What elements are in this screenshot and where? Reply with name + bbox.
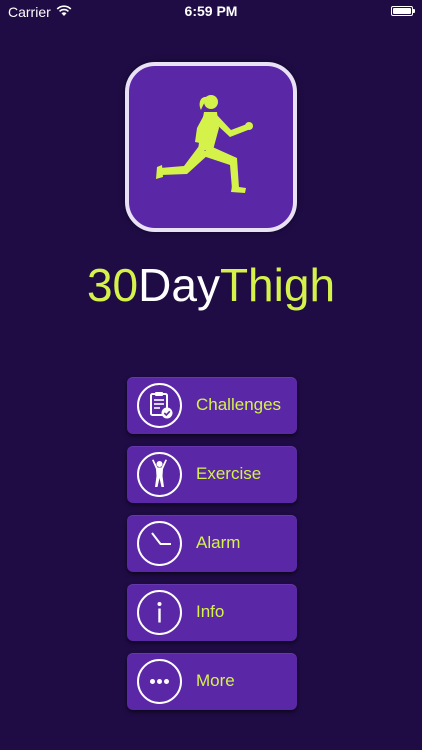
alarm-button[interactable]: Alarm bbox=[127, 515, 297, 572]
challenges-label: Challenges bbox=[196, 395, 282, 414]
info-icon bbox=[137, 590, 182, 635]
exercise-button[interactable]: Exercise bbox=[127, 446, 297, 503]
app-logo bbox=[125, 62, 297, 232]
info-button[interactable]: Info bbox=[127, 584, 297, 641]
person-arms-up-icon bbox=[137, 452, 182, 497]
status-bar: Carrier 6:59 PM bbox=[0, 0, 422, 22]
app-screen: Carrier 6:59 PM 30DayThigh Challenges Ex… bbox=[0, 0, 422, 750]
exercise-label: Exercise bbox=[196, 464, 262, 483]
title-day: Day bbox=[138, 259, 220, 311]
title-number: 30 bbox=[86, 259, 139, 311]
clock-icon bbox=[137, 521, 182, 566]
title-thigh: Thigh bbox=[219, 259, 336, 311]
more-label: More bbox=[196, 671, 235, 690]
ellipsis-icon bbox=[137, 659, 182, 704]
lunging-woman-icon bbox=[156, 95, 253, 193]
challenges-button[interactable]: Challenges bbox=[127, 377, 297, 434]
alarm-label: Alarm bbox=[196, 533, 241, 552]
info-label: Info bbox=[196, 602, 225, 621]
clipboard-check-icon bbox=[137, 383, 182, 428]
app-title: 30DayThigh bbox=[0, 258, 422, 312]
main-menu: Challenges Exercise Alarm Info More bbox=[127, 377, 297, 722]
more-button[interactable]: More bbox=[127, 653, 297, 710]
battery-icon bbox=[391, 6, 415, 16]
status-time: 6:59 PM bbox=[184, 3, 238, 19]
